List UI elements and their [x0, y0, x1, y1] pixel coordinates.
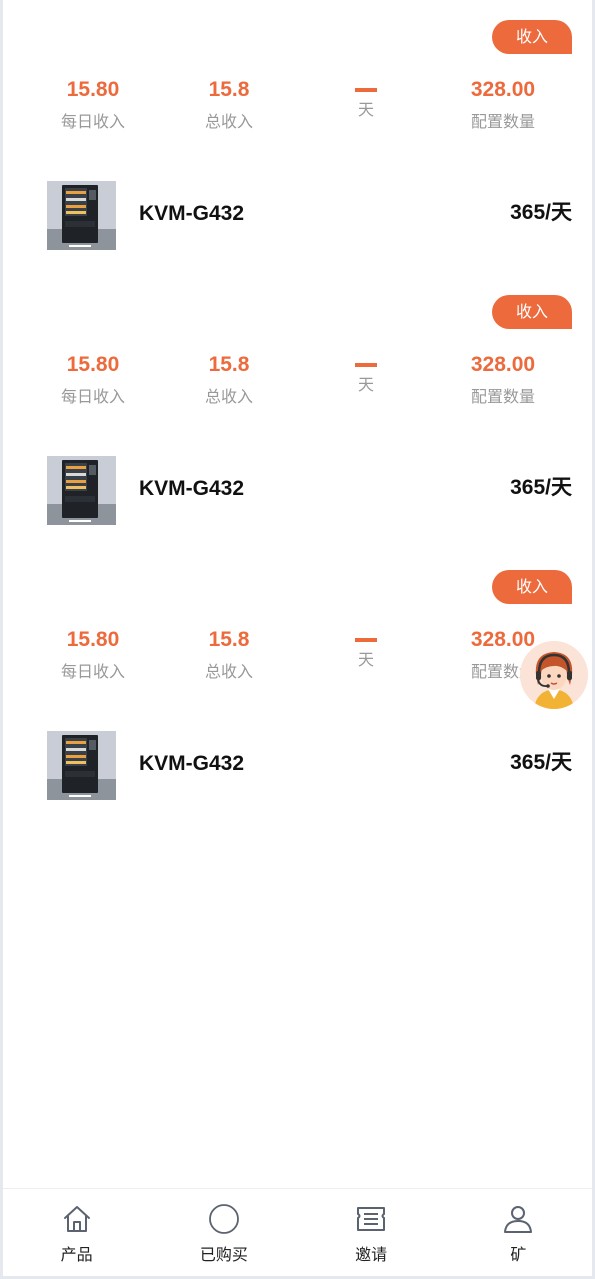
- total-income-stat: 15.8 总收入: [159, 351, 299, 407]
- days-dash: [355, 363, 377, 367]
- tab-purchased[interactable]: 已购买: [150, 1189, 297, 1276]
- days-dash: [355, 88, 377, 92]
- daily-income-value: 15.80: [66, 628, 120, 651]
- tab-label: 产品: [60, 1245, 93, 1264]
- purchase-card[interactable]: 收入 15.80 每日收入 15.8 总收入 天 328.00 配置数量 KVM…: [3, 0, 592, 274]
- daily-income-value: 15.80: [66, 353, 120, 376]
- page: 收入 15.80 每日收入 15.8 总收入 天 328.00 配置数量 KVM…: [3, 0, 592, 1276]
- daily-income-stat: 15.80 每日收入: [23, 626, 163, 682]
- vending-machine-image: [47, 181, 116, 250]
- total-income-value: 15.8: [208, 78, 250, 101]
- income-badge[interactable]: 收入: [492, 295, 572, 329]
- period-value: 365/天: [510, 476, 572, 499]
- total-income-label: 总收入: [204, 387, 253, 406]
- tab-products[interactable]: 产品: [3, 1189, 150, 1276]
- home-icon: [63, 1206, 90, 1232]
- days-stat: 天: [296, 76, 436, 120]
- total-income-value: 15.8: [208, 628, 250, 651]
- config-qty-label: 配置数量: [470, 112, 535, 131]
- daily-income-label: 每日收入: [60, 387, 125, 406]
- config-qty-value: 328.00: [470, 78, 536, 101]
- bottom-tab-bar: 产品 已购买 邀请 矿: [3, 1188, 592, 1276]
- tab-mine[interactable]: 矿: [445, 1189, 592, 1276]
- tab-invite[interactable]: 邀请: [298, 1189, 445, 1276]
- period-value: 365/天: [510, 201, 572, 224]
- config-qty-stat: 328.00 配置数量: [433, 351, 573, 407]
- tab-label: 邀请: [355, 1245, 388, 1264]
- circle-icon: [208, 1204, 239, 1234]
- days-label: 天: [357, 650, 374, 669]
- total-income-stat: 15.8 总收入: [159, 626, 299, 682]
- income-badge[interactable]: 收入: [492, 20, 572, 54]
- vending-machine-image: [47, 731, 116, 800]
- daily-income-stat: 15.80 每日收入: [23, 76, 163, 132]
- period-value: 365/天: [510, 751, 572, 774]
- purchase-card[interactable]: 收入 15.80 每日收入 15.8 总收入 天 328.00 配置数量 KVM…: [3, 550, 592, 824]
- daily-income-label: 每日收入: [60, 662, 125, 681]
- days-label: 天: [357, 100, 374, 119]
- product-name: KVM-G432: [139, 477, 245, 500]
- product-name: KVM-G432: [139, 202, 245, 225]
- ticket-icon: [357, 1207, 386, 1231]
- total-income-label: 总收入: [204, 112, 253, 131]
- vending-machine-image: [47, 456, 116, 525]
- days-stat: 天: [296, 351, 436, 395]
- customer-service-button[interactable]: [520, 641, 588, 709]
- product-name: KVM-G432: [139, 752, 245, 775]
- config-qty-value: 328.00: [470, 353, 536, 376]
- income-badge[interactable]: 收入: [492, 570, 572, 604]
- daily-income-label: 每日收入: [60, 112, 125, 131]
- days-stat: 天: [296, 626, 436, 670]
- total-income-value: 15.8: [208, 353, 250, 376]
- days-dash: [355, 638, 377, 642]
- daily-income-value: 15.80: [66, 78, 120, 101]
- purchase-card[interactable]: 收入 15.80 每日收入 15.8 总收入 天 328.00 配置数量 KVM…: [3, 275, 592, 549]
- total-income-label: 总收入: [204, 662, 253, 681]
- days-label: 天: [357, 375, 374, 394]
- config-qty-label: 配置数量: [470, 387, 535, 406]
- agent-avatar-icon: [520, 641, 588, 709]
- daily-income-stat: 15.80 每日收入: [23, 351, 163, 407]
- config-qty-stat: 328.00 配置数量: [433, 76, 573, 132]
- total-income-stat: 15.8 总收入: [159, 76, 299, 132]
- user-icon: [504, 1206, 533, 1233]
- tab-label: 矿: [510, 1245, 527, 1264]
- tab-label: 已购买: [199, 1245, 248, 1264]
